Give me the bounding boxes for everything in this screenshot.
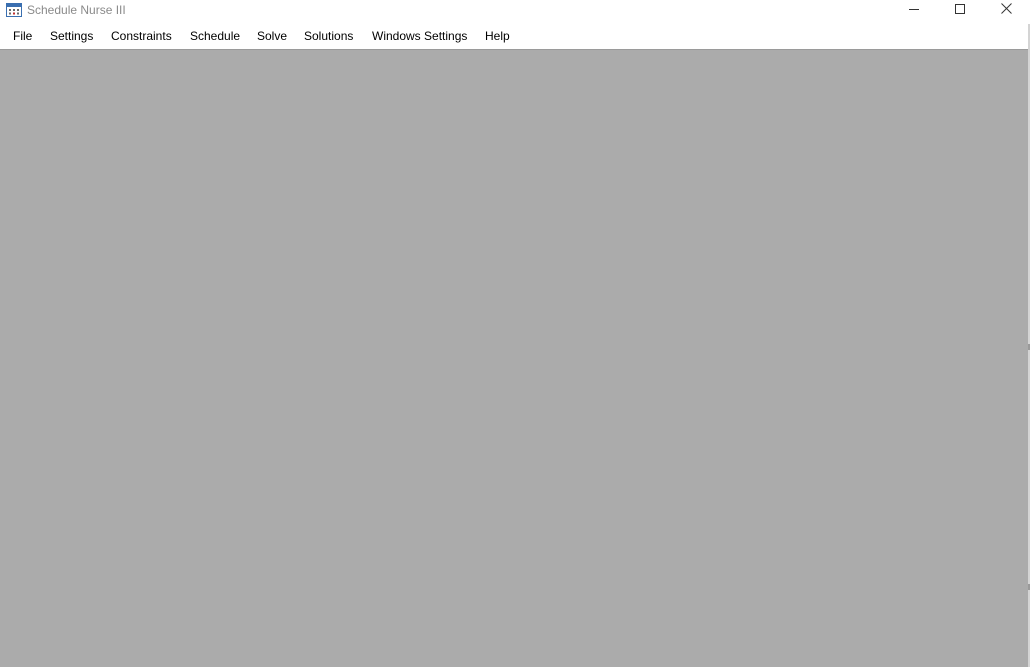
close-icon [1000,1,1012,19]
minimize-button[interactable] [891,0,937,20]
menu-help[interactable]: Help [485,29,510,43]
title-bar[interactable]: Schedule Nurse III [0,0,1030,24]
maximize-button[interactable] [937,0,983,20]
menu-constraints[interactable]: Constraints [111,29,172,43]
menu-windows-settings[interactable]: Windows Settings [372,29,467,43]
menu-solutions[interactable]: Solutions [304,29,353,43]
mdi-client-area[interactable] [0,50,1028,667]
menu-file[interactable]: File [13,29,32,43]
close-button[interactable] [983,0,1029,20]
window-title: Schedule Nurse III [27,3,126,17]
menu-solve[interactable]: Solve [257,29,287,43]
menu-bar: File Settings Constraints Schedule Solve… [0,24,1028,50]
calendar-icon [6,2,22,18]
maximize-icon [955,1,965,19]
app-window: Schedule Nurse III File Settings Constra… [0,0,1030,667]
menu-settings[interactable]: Settings [50,29,93,43]
minimize-icon [909,1,919,19]
menu-schedule[interactable]: Schedule [190,29,240,43]
